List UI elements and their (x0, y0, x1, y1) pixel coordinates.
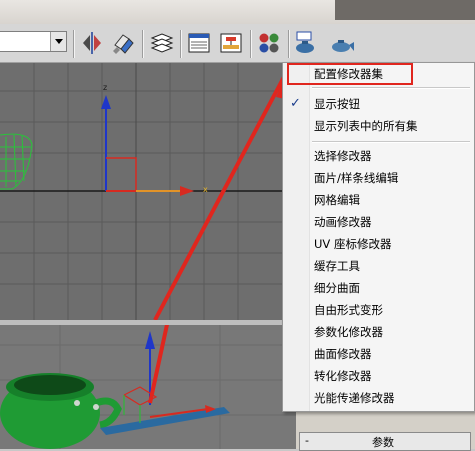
toolbar-separator (250, 30, 251, 58)
render-icon[interactable] (330, 31, 354, 55)
menu-item-animation-modifiers[interactable]: 动画修改器 (314, 212, 372, 232)
menu-item-label: 显示列表中的所有集 (314, 119, 418, 133)
highlight-box (287, 63, 413, 85)
rollout-collapse-icon[interactable]: - (305, 434, 309, 447)
menu-separator (312, 141, 470, 143)
menu-separator (312, 87, 470, 89)
menu-item-subdivision-surfaces[interactable]: 细分曲面 (314, 278, 360, 298)
menu-item-label: 网格编辑 (314, 193, 360, 207)
parameters-rollout[interactable]: - 参数 (299, 432, 471, 451)
viewport-perspective-scene (0, 325, 300, 449)
menu-item-label: 面片/样条线编辑 (314, 171, 399, 185)
menu-item-surface-modifiers[interactable]: 曲面修改器 (314, 344, 372, 364)
title-strip-dark (335, 0, 475, 20)
context-menu: 配置修改器集 ✓ 显示按钮 显示列表中的所有集 选择修改器 面片/样条线编辑 网… (282, 62, 475, 412)
menu-item-mesh-editing[interactable]: 网格编辑 (314, 190, 360, 210)
main-toolbar (0, 24, 475, 63)
menu-item-free-form-deformers[interactable]: 自由形式变形 (314, 300, 383, 320)
menu-item-label: 细分曲面 (314, 281, 360, 295)
viewport-top-scene: z x (0, 63, 300, 320)
align-icon[interactable] (111, 31, 135, 55)
viewport-top[interactable]: z x (0, 63, 300, 320)
menu-item-show-buttons[interactable]: 显示按钮 (314, 94, 360, 114)
menu-item-uv-coordinate-modifiers[interactable]: UV 座标修改器 (314, 234, 391, 254)
viewport-perspective[interactable] (0, 325, 300, 449)
menu-item-label: 曲面修改器 (314, 347, 372, 361)
render-setup-icon[interactable] (294, 31, 318, 55)
menu-item-cache-tools[interactable]: 缓存工具 (314, 256, 360, 276)
menu-item-label: 显示按钮 (314, 97, 360, 111)
mirror-icon[interactable] (80, 31, 104, 55)
checkmark-icon: ✓ (290, 96, 301, 111)
menu-item-label: 转化修改器 (314, 369, 372, 383)
z-axis-label: z (103, 83, 107, 92)
teapot-shaded (0, 373, 122, 449)
chevron-down-icon[interactable] (50, 32, 66, 51)
toolbar-separator (142, 30, 143, 58)
title-strip (0, 0, 475, 25)
layer-manager-icon[interactable] (150, 31, 174, 55)
menu-item-conversion-modifiers[interactable]: 转化修改器 (314, 366, 372, 386)
menu-item-label: 动画修改器 (314, 215, 372, 229)
named-selection-dropdown[interactable] (0, 31, 67, 52)
menu-item-label: 参数化修改器 (314, 325, 383, 339)
menu-item-label: 缓存工具 (314, 259, 360, 273)
x-axis-label: x (203, 185, 208, 194)
menu-item-show-all-sets[interactable]: 显示列表中的所有集 (314, 116, 418, 136)
x-arrow-icon (180, 186, 194, 196)
menu-item-patch-spline-editing[interactable]: 面片/样条线编辑 (314, 168, 398, 188)
menu-item-label: UV 座标修改器 (314, 237, 392, 251)
curve-editor-icon[interactable] (187, 31, 211, 55)
annotation-arrow-tail (148, 325, 169, 404)
menu-gutter (283, 63, 310, 411)
teapot-wireframe (0, 133, 33, 190)
material-editor-icon[interactable] (257, 31, 281, 55)
rollout-title: 参数 (372, 436, 394, 449)
schematic-view-icon[interactable] (219, 31, 243, 55)
menu-item-parametric-modifiers[interactable]: 参数化修改器 (314, 322, 383, 342)
annotation-arrow-line (153, 74, 287, 320)
menu-item-label: 自由形式变形 (314, 303, 383, 317)
menu-item-radiosity-modifiers[interactable]: 光能传递修改器 (314, 388, 395, 408)
menu-item-label: 选择修改器 (314, 149, 372, 163)
menu-item-selection-modifiers[interactable]: 选择修改器 (314, 146, 372, 166)
menu-item-label: 光能传递修改器 (314, 391, 395, 405)
toolbar-separator (73, 30, 74, 58)
toolbar-separator (288, 30, 289, 58)
toolbar-separator (180, 30, 181, 58)
